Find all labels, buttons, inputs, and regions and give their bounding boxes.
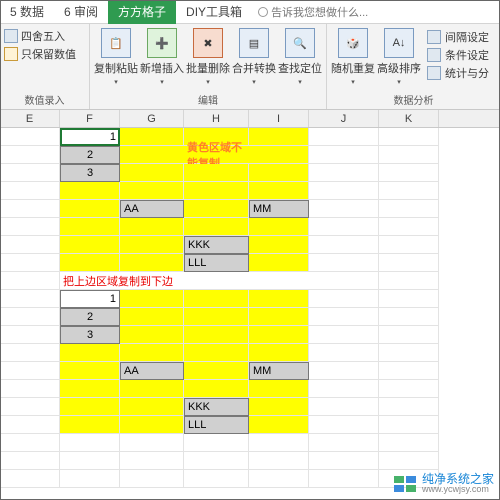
cell-F1b[interactable]: 1 bbox=[60, 290, 120, 308]
grid-rows: 1 2黄色区域不能复制 3 AAMM KKK LLL 把上边区域复制到下边 1 … bbox=[0, 128, 500, 488]
stat-button[interactable]: 统计与分 bbox=[427, 65, 489, 81]
group-label-input: 数值录入 bbox=[4, 92, 85, 109]
warning-text: 黄色区域不能复制 bbox=[184, 146, 249, 164]
col-J[interactable]: J bbox=[309, 110, 379, 127]
copy-paste-icon: 📋 bbox=[101, 28, 131, 58]
group-label-edit: 编辑 bbox=[94, 92, 322, 109]
sort-label: 高级排序 bbox=[377, 60, 421, 76]
sort-button[interactable]: A↓ 高级排序 ▾ bbox=[377, 26, 421, 86]
chevron-down-icon: ▾ bbox=[114, 78, 118, 86]
chevron-down-icon: ▾ bbox=[252, 78, 256, 86]
cell-AA2[interactable]: AA bbox=[120, 362, 184, 380]
tab-review[interactable]: 6 审阅 bbox=[54, 0, 108, 24]
group-label-analysis: 数据分析 bbox=[331, 92, 496, 109]
cell-KKK[interactable]: KKK bbox=[184, 236, 249, 254]
cell-F2b[interactable]: 2 bbox=[60, 308, 120, 326]
col-G[interactable]: G bbox=[120, 110, 184, 127]
worksheet[interactable]: E F G H I J K 1 2 黄色区域不能复制 3 AA MM KKK LLL… bbox=[0, 110, 500, 488]
condition-label: 条件设定 bbox=[445, 47, 489, 63]
random-icon: 🎲 bbox=[338, 28, 368, 58]
merge-icon: ▤ bbox=[239, 28, 269, 58]
cell-F2[interactable]: 2 bbox=[60, 146, 120, 164]
random-button[interactable]: 🎲 随机重复 ▾ bbox=[331, 26, 375, 86]
col-H[interactable]: H bbox=[184, 110, 249, 127]
ribbon-tabs: 5 数据 6 审阅 方方格子 DIY工具箱 告诉我您想做什么... bbox=[0, 0, 500, 24]
merge-label: 合并转换 bbox=[232, 60, 276, 76]
tab-diy[interactable]: DIY工具箱 bbox=[176, 0, 252, 24]
watermark: 纯净系统之家 www.ycwjsy.com bbox=[394, 473, 494, 494]
insert-button[interactable]: ➕ 新增插入 ▾ bbox=[140, 26, 184, 86]
interval-button[interactable]: 间隔设定 bbox=[427, 29, 489, 45]
tell-me[interactable]: 告诉我您想做什么... bbox=[258, 4, 368, 20]
batch-delete-icon: ✖ bbox=[193, 28, 223, 58]
tab-fanggezi[interactable]: 方方格子 bbox=[108, 0, 176, 24]
chevron-down-icon: ▾ bbox=[351, 78, 355, 86]
sort-icon: A↓ bbox=[384, 28, 414, 58]
keep-value-button[interactable]: 只保留数值 bbox=[4, 46, 85, 62]
insert-icon: ➕ bbox=[147, 28, 177, 58]
find-label: 查找定位 bbox=[278, 60, 322, 76]
keep-value-icon bbox=[4, 47, 18, 61]
cell-MM[interactable]: MM bbox=[249, 200, 309, 218]
keep-value-label: 只保留数值 bbox=[21, 46, 76, 62]
cell-LLL[interactable]: LLL bbox=[184, 254, 249, 272]
find-icon: 🔍 bbox=[285, 28, 315, 58]
copy-paste-label: 复制粘贴 bbox=[94, 60, 138, 76]
chevron-down-icon: ▾ bbox=[206, 78, 210, 86]
stat-icon bbox=[427, 66, 441, 80]
lightbulb-icon bbox=[258, 7, 268, 17]
cell-MM2[interactable]: MM bbox=[249, 362, 309, 380]
col-F[interactable]: F bbox=[60, 110, 120, 127]
cell-F3[interactable]: 3 bbox=[60, 164, 120, 182]
find-button[interactable]: 🔍 查找定位 ▾ bbox=[278, 26, 322, 86]
cell-F3b[interactable]: 3 bbox=[60, 326, 120, 344]
chevron-down-icon: ▾ bbox=[298, 78, 302, 86]
tab-data[interactable]: 5 数据 bbox=[0, 0, 54, 24]
cell-AA[interactable]: AA bbox=[120, 200, 184, 218]
watermark-url: www.ycwjsy.com bbox=[422, 485, 494, 494]
stat-label: 统计与分 bbox=[445, 65, 489, 81]
chevron-down-icon: ▾ bbox=[397, 78, 401, 86]
round-icon bbox=[4, 29, 18, 43]
col-E[interactable]: E bbox=[0, 110, 60, 127]
col-I[interactable]: I bbox=[249, 110, 309, 127]
merge-button[interactable]: ▤ 合并转换 ▾ bbox=[232, 26, 276, 86]
round-label: 四舍五入 bbox=[21, 28, 65, 44]
col-K[interactable]: K bbox=[379, 110, 439, 127]
condition-icon bbox=[427, 48, 441, 62]
chevron-down-icon: ▾ bbox=[160, 78, 164, 86]
condition-button[interactable]: 条件设定 bbox=[427, 47, 489, 63]
instruction-text: 把上边区域复制到下边 bbox=[60, 272, 309, 290]
cell-F1[interactable]: 1 bbox=[60, 128, 120, 146]
interval-label: 间隔设定 bbox=[445, 29, 489, 45]
column-headers: E F G H I J K bbox=[0, 110, 500, 128]
tell-me-label: 告诉我您想做什么... bbox=[271, 4, 368, 20]
round-button[interactable]: 四舍五入 bbox=[4, 28, 85, 44]
cell-KKK2[interactable]: KKK bbox=[184, 398, 249, 416]
interval-icon bbox=[427, 30, 441, 44]
watermark-logo-icon bbox=[394, 476, 418, 492]
insert-label: 新增插入 bbox=[140, 60, 184, 76]
cell-LLL2[interactable]: LLL bbox=[184, 416, 249, 434]
batch-delete-button[interactable]: ✖ 批量删除 ▾ bbox=[186, 26, 230, 86]
batch-delete-label: 批量删除 bbox=[186, 60, 230, 76]
ribbon: 四舍五入 只保留数值 数值录入 📋 复制粘贴 ▾ ➕ 新增插入 ▾ ✖ 批量删除 ▾ ▤ 合并… bbox=[0, 24, 500, 110]
copy-paste-button[interactable]: 📋 复制粘贴 ▾ bbox=[94, 26, 138, 86]
random-label: 随机重复 bbox=[331, 60, 375, 76]
